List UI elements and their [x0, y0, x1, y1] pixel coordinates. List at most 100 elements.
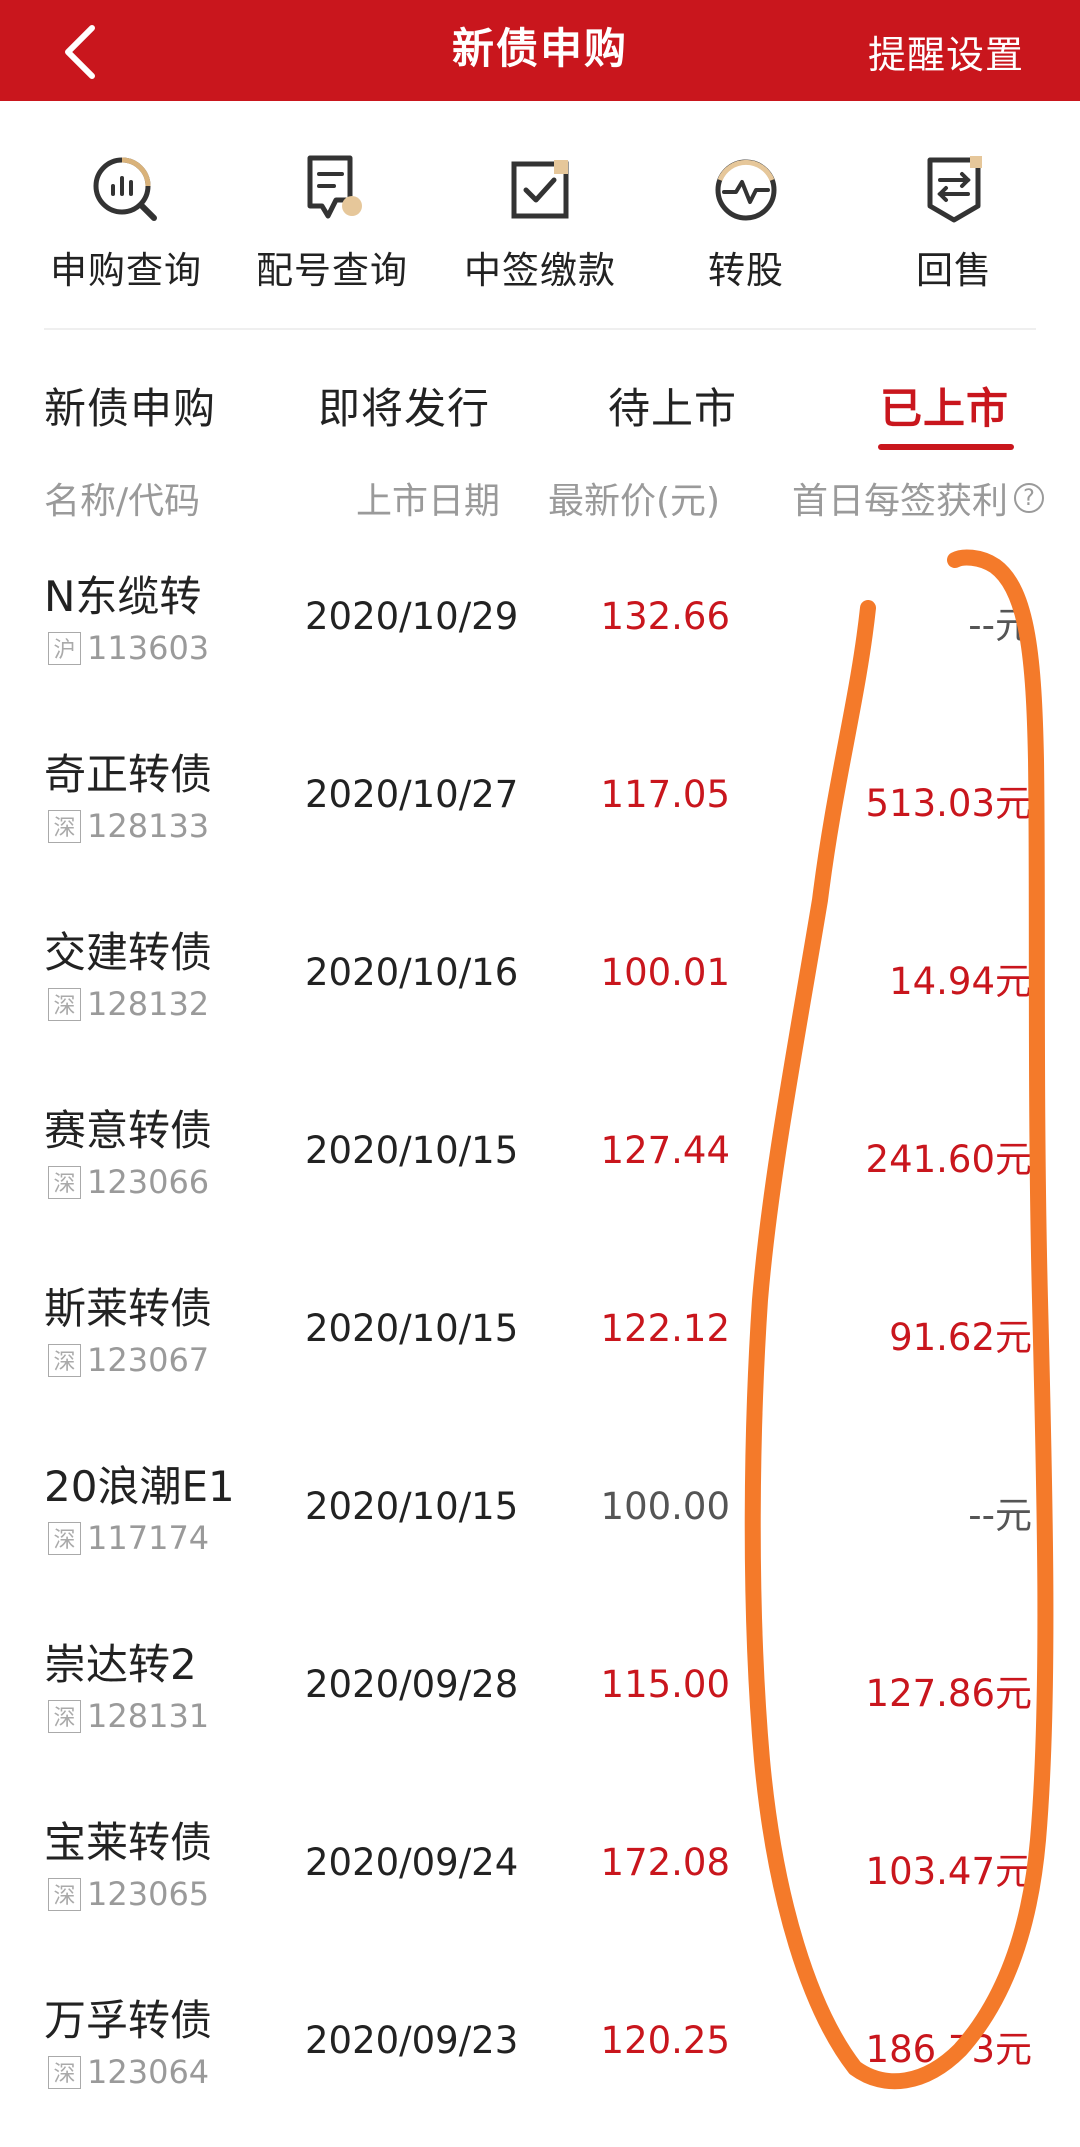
table-row[interactable]: N东缆转沪 113603 2020/10/29 132.66 --元: [0, 545, 1080, 723]
bond-name: 赛意转债: [44, 1106, 213, 1155]
bond-name: 交建转债: [44, 928, 213, 977]
latest-price: 100.01: [600, 951, 730, 994]
bond-name: 斯莱转债: [44, 1284, 213, 1333]
bond-code: 128133: [87, 807, 210, 845]
bond-code: 113603: [87, 629, 210, 667]
divider: [44, 328, 1036, 330]
bond-code-group: 深 117174: [48, 1519, 209, 1557]
bond-code-group: 深 123065: [48, 1875, 209, 1913]
table-row[interactable]: 宝莱转债深 123065 2020/09/24 172.08 103.47元: [0, 1791, 1080, 1969]
bond-code-group: 深 128133: [48, 807, 209, 845]
table-row[interactable]: 赛意转债深 123066 2020/10/15 127.44 241.60元: [0, 1079, 1080, 1257]
tab-new-bond-subscription[interactable]: 新债申购: [44, 350, 216, 460]
listing-date: 2020/10/15: [305, 1129, 519, 1172]
table-row[interactable]: 斯莱转债深 123067 2020/10/15 122.12 91.62元: [0, 1257, 1080, 1435]
pulse-icon: [715, 159, 777, 221]
bond-code: 128132: [87, 985, 210, 1023]
bond-name: N东缆转: [44, 572, 202, 621]
reminder-settings-button[interactable]: 提醒设置: [868, 24, 1024, 79]
exchange-doc-icon: [927, 156, 982, 223]
latest-price: 122.12: [600, 1307, 730, 1350]
latest-price: 172.08: [600, 1841, 730, 1884]
search-chart-icon: [93, 157, 157, 221]
tab-pending-listing[interactable]: 待上市: [608, 350, 737, 460]
market-tag: 深: [48, 809, 81, 843]
table-row[interactable]: 奇正转债深 128133 2020/10/27 117.05 513.03元: [0, 723, 1080, 901]
first-day-profit: 241.60元: [865, 1138, 1032, 1181]
receipt-icon: [307, 155, 362, 219]
market-tag: 深: [48, 1877, 81, 1911]
bond-code-group: 深 128132: [48, 985, 209, 1023]
market-tag: 深: [48, 987, 81, 1021]
latest-price: 120.25: [600, 2019, 730, 2062]
listing-date: 2020/10/15: [305, 1307, 519, 1350]
shortcut-label: 配号查询: [256, 249, 408, 292]
table-row[interactable]: 崇达转2 深 128131 2020/09/28 115.00 127.86元: [0, 1613, 1080, 1791]
bond-name: 崇达转2: [44, 1640, 197, 1689]
listing-date: 2020/10/27: [305, 773, 519, 816]
column-header-name: 名称/代码: [44, 481, 201, 522]
shortcut-label: 中签缴款: [464, 249, 616, 292]
column-header-date: 上市日期: [356, 481, 501, 522]
shortcut-winning-payment[interactable]: 中签缴款: [440, 150, 640, 300]
first-day-profit: 127.86元: [865, 1672, 1032, 1715]
bond-name: 20浪潮E1: [44, 1462, 235, 1511]
table-row[interactable]: 万孚转债深 123064 2020/09/23 120.25 186.73元: [0, 1969, 1080, 2147]
app-header: 新债申购 提醒设置: [0, 0, 1080, 101]
bond-code: 123066: [87, 1163, 210, 1201]
first-day-profit: 186.73元: [865, 2028, 1032, 2071]
latest-price: 132.66: [600, 595, 730, 638]
first-day-profit: --元: [968, 604, 1032, 647]
column-header-profit-label: 首日每签获利: [792, 481, 1009, 522]
bond-name: 奇正转债: [44, 750, 213, 799]
first-day-profit: 513.03元: [865, 782, 1032, 825]
shortcut-label: 回售: [916, 249, 992, 292]
active-tab-indicator: [878, 444, 1014, 450]
first-day-profit: 14.94元: [889, 960, 1032, 1003]
bond-name: 万孚转债: [44, 1996, 213, 2045]
table-row[interactable]: 交建转债深 128132 2020/10/16 100.01 14.94元: [0, 901, 1080, 1079]
latest-price: 100.00: [600, 1485, 730, 1528]
market-tag: 深: [48, 1343, 81, 1377]
listing-date: 2020/09/24: [305, 1841, 519, 1884]
column-header-profit: 首日每签获利 ?: [792, 468, 1045, 528]
market-tag: 深: [48, 2055, 81, 2089]
first-day-profit: --元: [968, 1494, 1032, 1537]
listing-date: 2020/10/16: [305, 951, 519, 994]
checkbox-icon: [511, 160, 569, 219]
latest-price: 115.00: [600, 1663, 730, 1706]
first-day-profit: 103.47元: [865, 1850, 1032, 1893]
bond-code: 117174: [87, 1519, 210, 1557]
help-icon[interactable]: ?: [1014, 483, 1045, 513]
column-header-price: 最新价(元): [548, 481, 721, 522]
listing-date: 2020/10/29: [305, 595, 519, 638]
bond-code-group: 深 128131: [48, 1697, 209, 1735]
bond-code: 123067: [87, 1341, 210, 1379]
bond-name: 宝莱转债: [44, 1818, 213, 1867]
shortcut-label: 申购查询: [50, 249, 202, 292]
bond-list: N东缆转沪 113603 2020/10/29 132.66 --元 奇正转债深 12813…: [0, 545, 1080, 2147]
bond-code: 128131: [87, 1697, 210, 1735]
shortcut-number-query[interactable]: 配号查询: [232, 150, 432, 300]
shortcut-sell-back[interactable]: 回售: [854, 150, 1054, 300]
latest-price: 127.44: [600, 1129, 730, 1172]
listing-date: 2020/10/15: [305, 1485, 519, 1528]
shortcut-row: 申购查询 配号查询 中签缴款 转股 回售: [0, 150, 1080, 300]
market-tag: 深: [48, 1699, 81, 1733]
shortcut-subscription-query[interactable]: 申购查询: [26, 150, 226, 300]
tab-bar: 新债申购 即将发行 待上市 已上市: [0, 350, 1080, 460]
shortcut-conversion[interactable]: 转股: [646, 150, 846, 300]
tab-upcoming-issue[interactable]: 即将发行: [318, 350, 490, 460]
market-tag: 深: [48, 1165, 81, 1199]
table-row[interactable]: 20浪潮E1 深 117174 2020/10/15 100.00 --元: [0, 1435, 1080, 1613]
bond-code-group: 深 123064: [48, 2053, 209, 2091]
first-day-profit: 91.62元: [889, 1316, 1032, 1359]
latest-price: 117.05: [600, 773, 730, 816]
bond-code-group: 深 123067: [48, 1341, 209, 1379]
market-tag: 深: [48, 1521, 81, 1555]
bond-code: 123065: [87, 1875, 210, 1913]
listing-date: 2020/09/23: [305, 2019, 519, 2062]
bond-code: 123064: [87, 2053, 210, 2091]
bond-code-group: 沪 113603: [48, 629, 209, 667]
shortcut-label: 转股: [708, 249, 784, 292]
